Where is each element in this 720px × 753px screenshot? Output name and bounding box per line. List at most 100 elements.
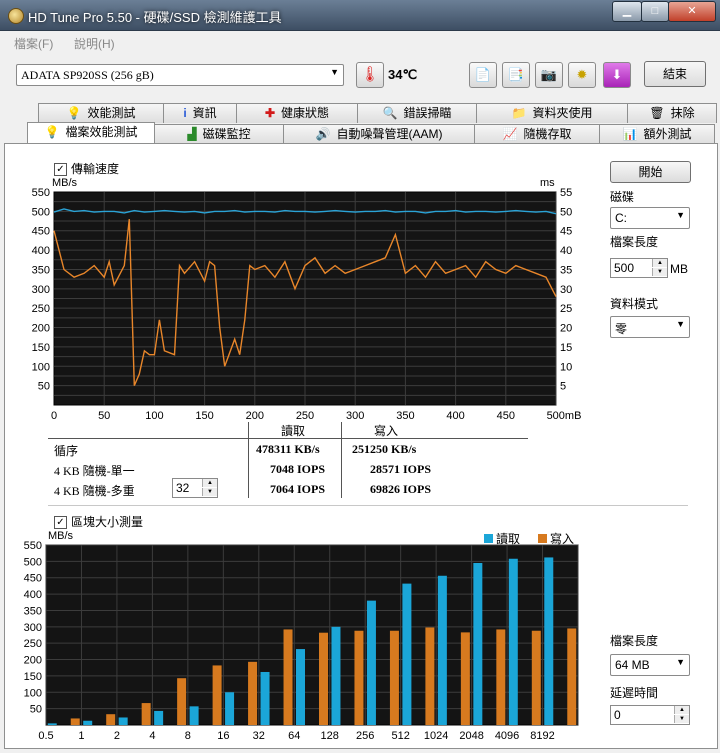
copy-all-icon: 📑: [507, 67, 525, 82]
camera-icon: 📷: [540, 67, 558, 82]
spin-up-icon[interactable]: ▲: [202, 479, 217, 487]
write-bar: [531, 630, 541, 725]
x-axis-tick: 250: [296, 410, 314, 420]
minimize-button[interactable]: ▁: [612, 1, 642, 22]
right-axis-tick: 5: [560, 381, 566, 393]
options-icon: ✹: [576, 67, 588, 82]
result-label-4k-single: 4 KB 隨機-單一: [54, 464, 135, 478]
read-bar: [402, 583, 412, 725]
start-button[interactable]: 開始: [610, 161, 691, 183]
menu-help[interactable]: 說明(H): [74, 35, 115, 52]
result-read-4k-multi: 7064 IOPS: [270, 482, 326, 496]
x-axis-tick: 8: [185, 730, 191, 742]
queue-depth-stepper[interactable]: 32 ▲ ▼: [172, 478, 218, 498]
block-file-length-select[interactable]: 64 MB ▼: [610, 654, 690, 676]
block-size-label: 區塊大小測量: [71, 515, 144, 529]
x-axis-tick: 400: [446, 410, 464, 420]
section-separator: [48, 505, 688, 506]
read-bar: [296, 649, 305, 725]
tab-random-access[interactable]: 📈 隨機存取: [474, 124, 600, 144]
result-write-sequential: 251250 KB/s: [352, 442, 417, 456]
x-axis-tick: 256: [356, 730, 374, 742]
tab-erase[interactable]: 🗑 抹除: [627, 103, 717, 123]
write-bar: [567, 628, 577, 725]
copy-info-button[interactable]: 📑: [502, 62, 530, 88]
menu-file[interactable]: 檔案(F): [14, 35, 53, 52]
transfer-rate-checkbox[interactable]: ✓ 傳輸速度: [54, 160, 119, 177]
x-axis-tick: 200: [246, 410, 264, 420]
close-button[interactable]: ✕: [668, 1, 716, 22]
tab-error-scan[interactable]: 🔍 錯誤掃瞄: [357, 103, 477, 123]
transfer-rate-chart: 5505004504003503002502001501005055504540…: [32, 187, 582, 420]
write-bar: [389, 630, 399, 725]
right-axis-tick: 30: [560, 284, 572, 296]
spin-down-icon[interactable]: ▼: [674, 715, 689, 723]
title-bar[interactable]: HD Tune Pro 5.50 - 硬碟/SSD 檢測維護工具 ▁ □ ✕: [0, 0, 720, 31]
copy-text-button[interactable]: 📄: [469, 62, 497, 88]
delay-stepper[interactable]: 0 ▲ ▼: [610, 705, 690, 725]
spin-down-icon[interactable]: ▼: [652, 268, 667, 276]
file-length-stepper[interactable]: 500 ▲ ▼: [610, 258, 668, 278]
spin-up-icon[interactable]: ▲: [652, 259, 667, 267]
tab-extra-tests[interactable]: 📊 額外測試: [599, 124, 715, 144]
left-axis-tick: 200: [32, 323, 50, 335]
options-button[interactable]: ✹: [568, 62, 596, 88]
y-axis-tick: 450: [24, 573, 42, 585]
tab-aam[interactable]: 🔊 自動噪聲管理(AAM): [283, 124, 475, 144]
maximize-icon: □: [651, 5, 659, 17]
maximize-button[interactable]: □: [641, 1, 669, 22]
x-axis-tick: 0.5: [38, 730, 53, 742]
exit-button[interactable]: 結束: [644, 61, 706, 87]
save-button[interactable]: ⬇: [603, 62, 631, 88]
temperature-value: 34℃: [388, 67, 418, 82]
read-bar: [189, 706, 199, 725]
block-size-checkbox[interactable]: ✓ 區塊大小測量: [54, 513, 143, 530]
right-axis-tick: 20: [560, 323, 572, 335]
block-size-chart: 501001502002503003504004505005500.5 1 2 4 8 1…: [24, 540, 579, 742]
tab-info[interactable]: i 資訊: [163, 103, 237, 123]
results-write-header: 寫入: [374, 424, 399, 438]
chevron-down-icon: ▼: [676, 319, 685, 329]
write-bar: [106, 714, 116, 725]
minimize-icon: ▁: [622, 5, 632, 17]
lightbulb-icon: 💡: [66, 106, 82, 120]
results-read-header: 讀取: [281, 424, 306, 438]
tab-disk-monitor[interactable]: ▟ 磁碟監控: [154, 124, 284, 144]
y-axis-tick: 250: [24, 638, 42, 650]
spin-up-icon[interactable]: ▲: [674, 706, 689, 714]
temperature-button[interactable]: 🌡: [356, 62, 384, 88]
info-icon: i: [183, 106, 187, 120]
right-axis-tick: 35: [560, 264, 572, 276]
tab-health[interactable]: ✚ 健康狀態: [236, 103, 358, 123]
x-axis-tick: 350: [396, 410, 414, 420]
y-axis-tick: 150: [24, 671, 42, 683]
screenshot-button[interactable]: 📷: [535, 62, 563, 88]
transfer-rate-label: 傳輸速度: [71, 162, 120, 176]
x-axis-tick: 32: [253, 730, 265, 742]
tab-benchmark[interactable]: 💡 效能測試: [38, 103, 164, 123]
tab-file-benchmark[interactable]: 💡 檔案效能測試: [27, 122, 155, 144]
tab-label: 檔案效能測試: [65, 125, 138, 139]
spin-down-icon[interactable]: ▼: [202, 488, 217, 496]
x-axis-tick: 64: [288, 730, 300, 742]
write-bar: [425, 627, 435, 725]
read-bar: [473, 563, 483, 725]
x-axis-tick: 0: [51, 410, 57, 420]
disk-select[interactable]: C: ▼: [610, 207, 690, 229]
tab-label: 健康狀態: [281, 106, 330, 120]
data-mode-select[interactable]: 零 ▼: [610, 316, 690, 338]
tab-label: 錯誤掃瞄: [403, 106, 452, 120]
tab-folder-usage[interactable]: 📁 資料夾使用: [476, 103, 628, 123]
x-axis-tick: 1: [78, 730, 84, 742]
drive-select[interactable]: ADATA SP920SS (256 gB) ▼: [16, 64, 344, 86]
read-bar: [331, 626, 341, 725]
left-axis-tick: 550: [32, 187, 50, 199]
x-axis-tick: 512: [391, 730, 409, 742]
read-bar: [47, 723, 57, 725]
x-axis-tick: 8192: [530, 730, 554, 742]
health-cross-icon: ✚: [264, 106, 276, 120]
close-icon: ✕: [687, 5, 697, 17]
read-bar: [83, 720, 93, 725]
file-length-label: 檔案長度: [610, 235, 659, 249]
y-axis-tick: 50: [30, 704, 42, 716]
